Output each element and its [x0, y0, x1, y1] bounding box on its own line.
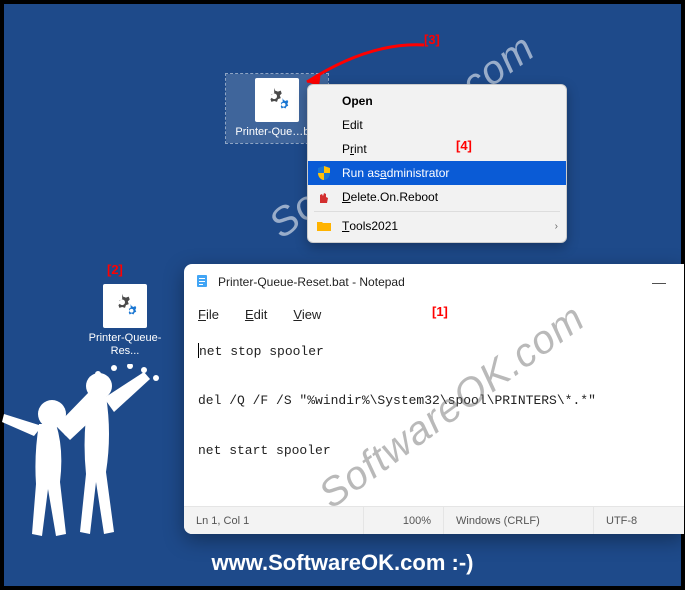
- ctx-edit[interactable]: Edit: [308, 113, 566, 137]
- context-menu: Open Edit Print Run as administrator Del…: [307, 84, 567, 243]
- status-lineend: Windows (CRLF): [444, 507, 594, 534]
- status-bar: Ln 1, Col 1 100% Windows (CRLF) UTF-8: [184, 506, 684, 534]
- batch-file-icon: [255, 78, 299, 122]
- minimize-button[interactable]: —: [644, 274, 674, 290]
- ctx-print[interactable]: Print: [308, 137, 566, 161]
- status-zoom: 100%: [364, 507, 444, 534]
- folder-icon: [316, 218, 332, 234]
- menu-view[interactable]: View: [293, 307, 321, 322]
- annotation-1: [1]: [432, 304, 448, 319]
- annotation-2: [2]: [107, 262, 123, 277]
- people-silhouette: [0, 364, 174, 564]
- hand-icon: [316, 189, 332, 205]
- status-pos: Ln 1, Col 1: [184, 507, 364, 534]
- window-title: Printer-Queue-Reset.bat - Notepad: [218, 275, 405, 289]
- batch-file-icon: [103, 284, 147, 328]
- notepad-icon: [194, 273, 210, 292]
- ctx-open[interactable]: Open: [308, 89, 566, 113]
- annotation-4: [4]: [456, 138, 472, 153]
- watermark-url: www.SoftwareOK.com :-): [4, 550, 681, 576]
- menu-file[interactable]: File: [198, 307, 219, 322]
- titlebar[interactable]: Printer-Queue-Reset.bat - Notepad —: [184, 264, 684, 300]
- editor-area[interactable]: net stop spooler del /Q /F /S "%windir%\…: [184, 328, 684, 506]
- ctx-tools2021[interactable]: Tools2021 ›: [308, 214, 566, 238]
- shield-icon: [316, 165, 332, 181]
- ctx-separator: [314, 211, 560, 212]
- desktop-icon-label: Printer-Queue-Res...: [74, 332, 176, 358]
- desktop-icon-bat-2[interactable]: Printer-Queue-Res...: [74, 284, 176, 358]
- status-encoding: UTF-8: [594, 507, 649, 534]
- menu-edit[interactable]: Edit: [245, 307, 267, 322]
- ctx-run-as-admin[interactable]: Run as administrator: [308, 161, 566, 185]
- chevron-right-icon: ›: [555, 221, 558, 232]
- ctx-delete-on-reboot[interactable]: Delete.On.Reboot: [308, 185, 566, 209]
